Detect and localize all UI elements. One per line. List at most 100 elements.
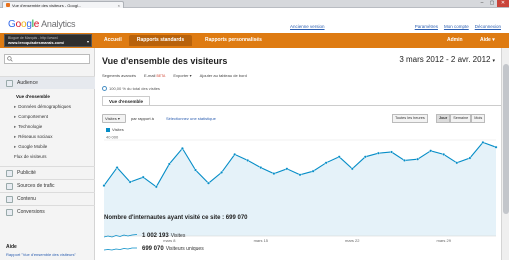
sidebar-item-mobile[interactable]: ▸ Google Mobile — [14, 144, 47, 150]
advanced-segments-button[interactable]: Segments avancés — [102, 73, 136, 78]
export-button[interactable]: Exporter ▾ — [173, 73, 191, 78]
granularity-group: Jour Semaine Mois — [436, 114, 486, 123]
sidebar-section-content[interactable]: Contenu — [0, 192, 95, 205]
unique-visitors-summary: Nombre d'internautes ayant visité ce sit… — [104, 215, 248, 221]
sidebar-item-demographics[interactable]: ▸ Données démographiques — [14, 104, 71, 110]
x-tick-label: mars 15 — [254, 238, 269, 243]
help-article-link[interactable]: Rapport "Vue d'ensemble des visiteurs" — [6, 252, 92, 257]
metric-select[interactable]: Visites ▾ — [102, 114, 126, 123]
old-version-link[interactable]: Ancienne version — [290, 24, 325, 29]
sparkline-unique-visitors — [104, 247, 137, 251]
data-point — [246, 158, 250, 162]
sidebar-section-audience[interactable]: Audience — [0, 76, 95, 89]
legend-swatch — [106, 127, 110, 132]
metric-value: 1 002 193 — [142, 233, 169, 239]
data-point — [429, 149, 433, 153]
content-icon — [6, 195, 13, 203]
data-point — [285, 167, 289, 171]
sidebar-item-social[interactable]: ▸ Réseaux sociaux — [14, 134, 53, 140]
x-tick-label: mars 29 — [437, 238, 452, 243]
data-point — [337, 155, 341, 159]
data-point — [259, 166, 263, 170]
data-point — [468, 156, 472, 160]
compare-label: par rapport à — [131, 116, 154, 121]
x-tick-label: mars 22 — [345, 238, 360, 243]
data-point — [311, 169, 315, 173]
maximize-icon[interactable]: ▢ — [487, 0, 497, 7]
data-point — [350, 167, 354, 171]
analytics-favicon-icon — [6, 3, 10, 7]
week-button[interactable]: Semaine — [450, 114, 472, 123]
beta-badge: BETA — [156, 73, 166, 78]
page-title: Vue d'ensemble des visiteurs — [102, 56, 228, 66]
nav-home[interactable]: Accueil — [96, 35, 130, 46]
audience-icon — [6, 79, 13, 87]
sparkline-visits — [104, 234, 137, 238]
email-button[interactable]: E-mail BETA — [144, 73, 165, 78]
report-actions-bar: Segments avancés E-mail BETA Exporter ▾ … — [102, 71, 502, 79]
divider — [102, 105, 502, 106]
data-point — [180, 146, 184, 150]
hourly-group: Toutes les heures — [392, 114, 428, 123]
data-point — [102, 184, 106, 188]
date-range-picker[interactable]: 3 mars 2012 - 2 avr. 2012 ▾ — [399, 55, 495, 64]
sidebar-section-label: Audience — [17, 80, 38, 86]
data-point — [363, 155, 367, 159]
data-point — [442, 152, 446, 156]
search-icon — [7, 56, 13, 62]
sidebar-section-advertising[interactable]: Publicité — [0, 166, 95, 179]
hourly-button[interactable]: Toutes les heures — [392, 114, 428, 123]
sidebar-item-behavior[interactable]: ▸ Comportement — [14, 114, 48, 120]
series-area — [104, 142, 496, 236]
data-point — [167, 162, 171, 166]
select-metric-link[interactable]: Sélectionnez une statistique — [164, 114, 218, 123]
sidebar-item-overview[interactable]: Vue d'ensemble — [16, 94, 50, 99]
add-to-dashboard-button[interactable]: Ajouter au tableau de bord — [200, 73, 247, 78]
metric-unique-visitors: 699 070 Visiteurs uniques — [104, 246, 204, 252]
sidebar-search-input[interactable] — [4, 54, 90, 64]
visits-percentage: 100,00 % du total des visites — [102, 86, 160, 91]
site-selector[interactable]: Blogue de Marquis - http://www.l www.ler… — [4, 34, 92, 47]
data-point — [403, 158, 407, 162]
chart-controls: Visites ▾ par rapport à Sélectionnez une… — [102, 114, 502, 123]
segment-dot-icon — [102, 86, 107, 91]
close-window-icon[interactable]: ✕ — [497, 0, 509, 7]
sidebar: Audience Vue d'ensemble ▸ Données démogra… — [0, 48, 95, 260]
nav-standard-reports[interactable]: Rapports standards — [129, 35, 192, 46]
google-analytics-logo[interactable]: Google Analytics — [8, 19, 76, 30]
nav-custom-reports[interactable]: Rapports personnalisés — [197, 35, 270, 46]
metric-label: Visiteurs uniques — [165, 246, 204, 252]
sidebar-item-visitors-flow[interactable]: Flux de visiteurs — [14, 154, 47, 159]
month-button[interactable]: Mois — [471, 114, 486, 123]
my-account-link[interactable]: Mon compte — [444, 24, 469, 29]
data-point — [233, 152, 237, 156]
settings-link[interactable]: Paramètres — [415, 24, 438, 29]
chevron-down-icon: ▾ — [86, 39, 89, 44]
sidebar-section-traffic-sources[interactable]: Sources de trafic — [0, 179, 95, 192]
data-point — [154, 185, 158, 189]
data-point — [494, 145, 498, 149]
browser-tab-title: Vue d'ensemble des visiteurs - Googl... — [12, 2, 82, 8]
nav-help[interactable]: Aide ▾ — [472, 35, 503, 46]
logout-link[interactable]: Déconnexion — [475, 24, 501, 29]
data-point — [416, 157, 420, 161]
close-tab-icon[interactable]: × — [118, 3, 120, 8]
data-point — [141, 175, 145, 179]
data-point — [324, 161, 328, 165]
chevron-down-icon: ▾ — [492, 58, 495, 64]
sidebar-section-conversions[interactable]: Conversions — [0, 205, 95, 218]
nav-admin[interactable]: Admin — [439, 35, 471, 46]
day-button[interactable]: Jour — [436, 114, 451, 123]
main-content: Vue d'ensemble des visiteurs 3 mars 2012… — [96, 48, 509, 260]
data-point — [455, 161, 459, 165]
browser-tabbar: Vue d'ensemble des visiteurs - Googl... … — [0, 0, 509, 8]
data-point — [481, 140, 485, 144]
advertising-icon — [6, 169, 13, 177]
sidebar-item-technology[interactable]: ▸ Technologie — [14, 124, 42, 130]
conversions-icon — [6, 208, 13, 216]
minimize-icon[interactable]: – — [477, 0, 487, 7]
vertical-scrollbar[interactable] — [501, 48, 509, 260]
browser-tab[interactable]: Vue d'ensemble des visiteurs - Googl... … — [2, 1, 124, 8]
scrollbar-thumb[interactable] — [503, 64, 509, 214]
traffic-sources-icon — [6, 182, 13, 190]
